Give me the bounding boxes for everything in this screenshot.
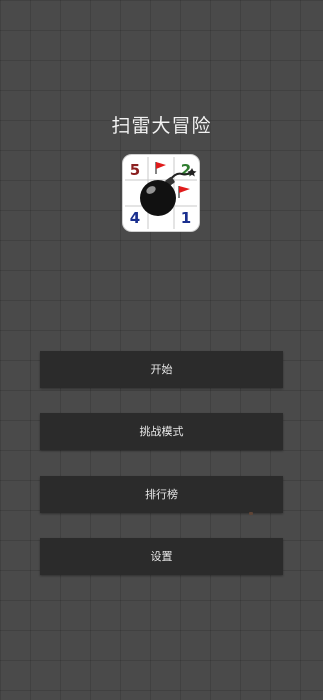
start-button[interactable]: 开始	[40, 351, 283, 388]
logo-number-4: 4	[130, 209, 140, 227]
game-title: 扫雷大冒险	[111, 115, 212, 137]
background-speck	[249, 512, 253, 515]
logo-number-1: 1	[181, 209, 191, 227]
logo-number-5: 5	[130, 161, 140, 179]
challenge-mode-button[interactable]: 挑战模式	[40, 413, 283, 450]
leaderboard-button[interactable]: 排行榜	[40, 476, 283, 513]
logo-number-2: 2	[181, 161, 191, 179]
settings-button[interactable]: 设置	[40, 538, 283, 575]
minesweeper-bomb-icon: 5 2 4 1	[122, 154, 200, 232]
